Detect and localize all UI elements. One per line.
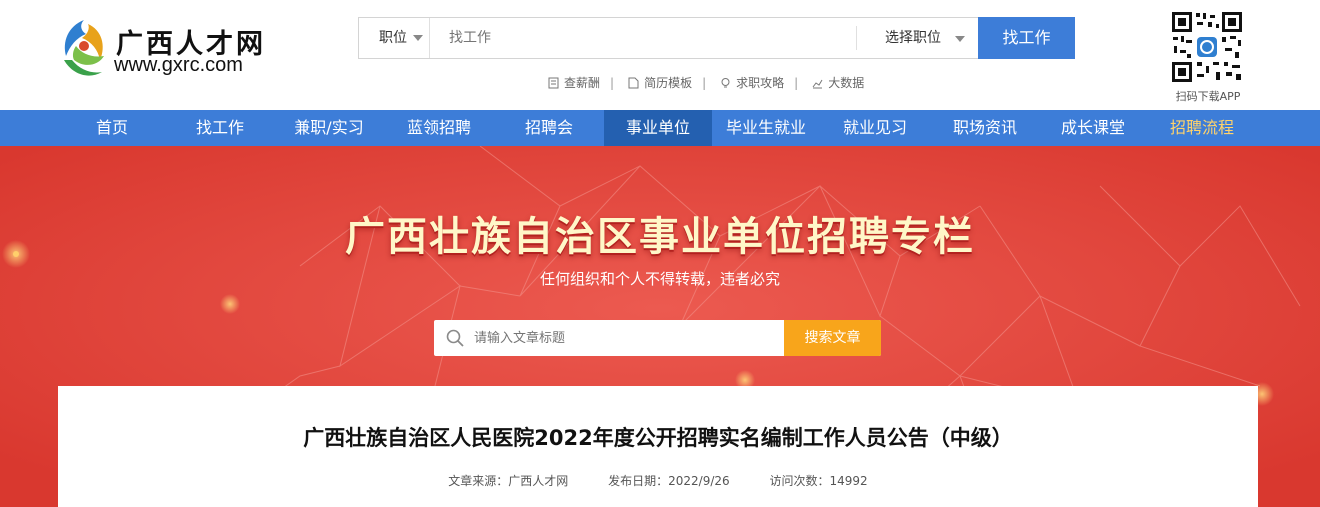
quick-link-label: 大数据 [828,76,865,90]
divider: | [702,76,707,90]
article-search-input[interactable] [474,320,774,356]
search-type-select[interactable]: 职位 [359,18,430,58]
article-meta: 文章来源：广西人才网 发布日期：2022/9/26 访问次数：14992 [58,472,1258,489]
nav-item-part-time[interactable]: 兼职/实习 [274,110,384,146]
quick-link-salary[interactable]: 查薪酬 [548,74,600,91]
search-icon [446,329,464,347]
nav-item-public-institution[interactable]: 事业单位 [604,110,712,146]
nav-item-graduates[interactable]: 毕业生就业 [712,110,820,146]
article-search-box: 搜索文章 [434,320,881,356]
find-job-button[interactable]: 找工作 [978,17,1075,59]
site-logo[interactable]: 广西人才网 www.gxrc.com [58,16,278,86]
chart-icon [812,79,823,89]
quick-link-bigdata[interactable]: 大数据 [812,74,864,91]
qr-caption: 扫码下载APP [1175,90,1241,103]
nav-item-job-fair[interactable]: 招聘会 [494,110,604,146]
nav-item-blue-collar[interactable]: 蓝领招聘 [384,110,494,146]
search-article-button[interactable]: 搜索文章 [784,320,881,356]
nav-item-career-news[interactable]: 职场资讯 [930,110,1040,146]
position-select-label: 选择职位 [885,30,941,46]
app-qr-code-icon[interactable] [1170,10,1244,84]
quick-link-label: 查薪酬 [564,76,601,90]
position-select[interactable]: 选择职位 [856,26,979,50]
quick-link-tips[interactable]: 求职攻略 [720,74,784,91]
quick-links: 查薪酬 | 简历模板 | 求职攻略 | 大数据 [548,74,874,92]
site-header: 广西人才网 www.gxrc.com 职位 选择职位 找工作 查薪酬 | 简历模… [0,0,1320,110]
logo-url: www.gxrc.com [114,54,243,76]
resume-icon [628,77,639,89]
article-source: 文章来源：广西人才网 [448,474,569,488]
nav-item-recruit-process[interactable]: 招聘流程 [1146,110,1258,146]
nav-item-home[interactable]: 首页 [58,110,166,146]
divider: | [794,76,799,90]
search-type-label: 职位 [379,30,407,46]
main-nav: 首页 找工作 兼职/实习 蓝领招聘 招聘会 事业单位 毕业生就业 就业见习 职场… [0,110,1320,146]
chevron-down-icon [413,35,423,41]
quick-link-label: 简历模板 [644,76,693,90]
divider: | [610,76,615,90]
logo-emblem-icon [64,20,104,76]
article-card: 广西壮族自治区人民医院2022年度公开招聘实名编制工作人员公告（中级） 文章来源… [58,386,1258,507]
banner-subtitle: 任何组织和个人不得转载，违者必究 [539,270,780,288]
nav-item-internship[interactable]: 就业见习 [820,110,930,146]
quick-link-resume[interactable]: 简历模板 [628,74,692,91]
nav-item-find-job[interactable]: 找工作 [166,110,274,146]
job-keyword-input[interactable] [449,18,849,58]
tips-icon [721,78,730,88]
salary-icon [548,77,559,89]
article-visits: 访问次数：14992 [769,474,868,488]
article-date: 发布日期：2022/9/26 [608,474,730,488]
quick-link-label: 求职攻略 [736,76,785,90]
job-search-bar: 职位 选择职位 找工作 [358,17,1075,59]
nav-item-growth-class[interactable]: 成长课堂 [1040,110,1146,146]
chevron-down-icon [955,36,965,42]
article-title: 广西壮族自治区人民医院2022年度公开招聘实名编制工作人员公告（中级） [303,426,1013,450]
banner-title: 广西壮族自治区事业单位招聘专栏 [345,214,975,260]
